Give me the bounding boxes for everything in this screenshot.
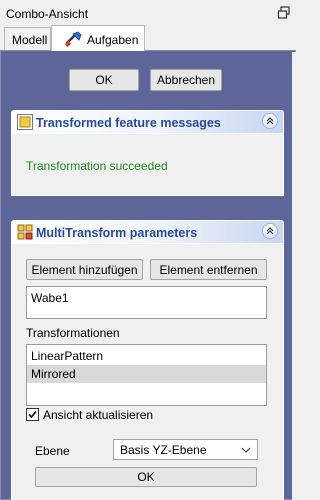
window-title: Combo-Ansicht	[6, 7, 89, 21]
list-item[interactable]: Wabe1	[31, 291, 69, 305]
add-element-button[interactable]: Element hinzufügen	[26, 259, 143, 280]
chevron-down-icon	[241, 447, 251, 453]
features-list[interactable]: Wabe1	[26, 286, 267, 319]
plane-select[interactable]: Basis YZ-Ebene	[113, 439, 258, 460]
list-item-label: LinearPattern	[31, 349, 104, 363]
collapse-icon[interactable]	[262, 113, 278, 129]
list-item-selected[interactable]: Mirrored	[27, 365, 266, 383]
tab-modell-label: Modell	[12, 33, 48, 47]
tab-modell[interactable]: Modell	[4, 27, 51, 50]
params-box-title: MultiTransform parameters	[36, 226, 198, 240]
update-view-label: Ansicht aktualisieren	[43, 408, 154, 422]
collapse-icon[interactable]	[262, 223, 278, 239]
status-message: Transformation succeeded	[26, 159, 168, 173]
multitransform-icon	[17, 224, 33, 240]
list-item-label: Mirrored	[31, 367, 76, 381]
plane-select-value: Basis YZ-Ebene	[120, 443, 207, 457]
plane-ok-button[interactable]: OK	[35, 467, 257, 487]
scrollbar[interactable]	[292, 52, 298, 500]
float-window-icon[interactable]	[277, 6, 291, 20]
ok-button[interactable]: OK	[69, 69, 139, 91]
cancel-button[interactable]: Abbrechen	[150, 69, 222, 91]
transformations-list[interactable]: LinearPattern Mirrored	[26, 344, 267, 406]
plane-label: Ebene	[35, 444, 70, 458]
transformations-label: Transformationen	[26, 326, 120, 340]
part-design-feature-icon	[17, 114, 33, 130]
remove-element-button[interactable]: Element entfernen	[150, 259, 267, 280]
tasks-tool-icon	[64, 31, 83, 50]
tab-aufgaben-label: Aufgaben	[87, 33, 139, 47]
messages-box-title: Transformed feature messages	[36, 116, 221, 130]
update-view-checkbox[interactable]	[26, 408, 39, 421]
tab-aufgaben[interactable]: Aufgaben	[51, 25, 145, 51]
list-item[interactable]: LinearPattern	[27, 347, 266, 365]
